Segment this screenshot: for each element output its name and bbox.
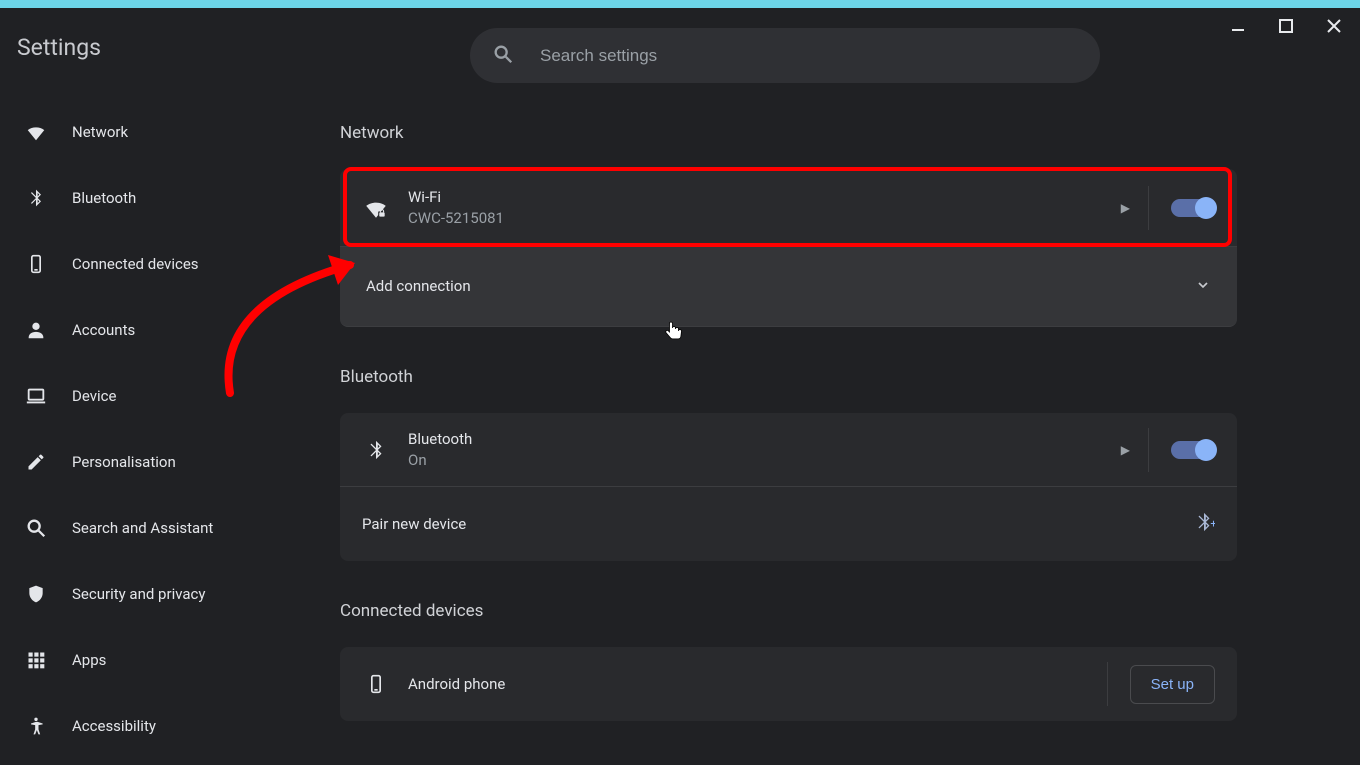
pencil-icon (24, 450, 48, 474)
android-phone-title: Android phone (408, 674, 1107, 695)
bluetooth-toggle[interactable] (1171, 441, 1215, 459)
bluetooth-card: Bluetooth On ▶ Pair new device + (340, 413, 1237, 561)
sidebar-item-label: Apps (72, 651, 106, 669)
chevron-right-icon: ▶ (1121, 201, 1130, 215)
sidebar-item-accounts[interactable]: Accounts (16, 303, 340, 357)
section-heading-network: Network (340, 123, 1280, 143)
phone-icon (362, 670, 390, 698)
laptop-icon (24, 384, 48, 408)
bluetooth-icon (362, 436, 390, 464)
bluetooth-title: Bluetooth (408, 429, 1103, 450)
android-phone-row[interactable]: Android phone Set up (340, 647, 1237, 721)
bluetooth-pair-icon: + (1193, 511, 1215, 537)
pair-device-label: Pair new device (362, 514, 1193, 535)
wifi-title: Wi-Fi (408, 187, 1103, 208)
phone-icon (24, 252, 48, 276)
apps-icon (24, 648, 48, 672)
sidebar-item-label: Network (72, 123, 128, 141)
sidebar-item-apps[interactable]: Apps (16, 633, 340, 687)
section-heading-bluetooth: Bluetooth (340, 367, 1280, 387)
content-area: Network Wi-Fi CWC-5215081 ▶ Add connecti… (340, 8, 1360, 765)
sidebar-item-label: Accounts (72, 321, 135, 339)
accessibility-icon (24, 714, 48, 738)
search-bar[interactable] (470, 28, 1100, 83)
chevron-down-icon (1195, 277, 1211, 297)
add-connection-row[interactable]: Add connection (340, 247, 1237, 327)
section-heading-connected-devices: Connected devices (340, 601, 1280, 621)
sidebar-item-label: Bluetooth (72, 189, 136, 207)
search-input[interactable] (540, 46, 1078, 66)
sidebar-item-security-privacy[interactable]: Security and privacy (16, 567, 340, 621)
sidebar-item-search-assistant[interactable]: Search and Assistant (16, 501, 340, 555)
chevron-right-icon: ▶ (1121, 443, 1130, 457)
sidebar-item-device[interactable]: Device (16, 369, 340, 423)
bluetooth-icon (24, 186, 48, 210)
network-card: Wi-Fi CWC-5215081 ▶ Add connection (340, 169, 1237, 327)
pair-device-row[interactable]: Pair new device + (340, 487, 1237, 561)
wifi-toggle[interactable] (1171, 199, 1215, 217)
connected-devices-card: Android phone Set up (340, 647, 1237, 721)
sidebar-item-label: Accessibility (72, 717, 156, 735)
sidebar: Settings Network Bluetooth Connected dev… (0, 8, 340, 765)
sidebar-item-bluetooth[interactable]: Bluetooth (16, 171, 340, 225)
sidebar-item-label: Personalisation (72, 453, 176, 471)
setup-button[interactable]: Set up (1130, 665, 1215, 704)
svg-text:+: + (1210, 518, 1215, 531)
wifi-lock-icon (362, 194, 390, 222)
add-connection-label: Add connection (366, 276, 1195, 297)
person-icon (24, 318, 48, 342)
sidebar-item-connected-devices[interactable]: Connected devices (16, 237, 340, 291)
bluetooth-status: On (408, 450, 1103, 471)
sidebar-item-accessibility[interactable]: Accessibility (16, 699, 340, 753)
shield-icon (24, 582, 48, 606)
sidebar-item-network[interactable]: Network (16, 105, 340, 159)
search-icon (492, 43, 514, 69)
sidebar-item-label: Search and Assistant (72, 519, 213, 537)
wifi-icon (24, 120, 48, 144)
sidebar-item-personalisation[interactable]: Personalisation (16, 435, 340, 489)
sidebar-item-label: Security and privacy (72, 585, 205, 603)
sidebar-item-label: Connected devices (72, 255, 199, 273)
page-title: Settings (16, 34, 340, 61)
sidebar-item-label: Device (72, 387, 116, 405)
wifi-row[interactable]: Wi-Fi CWC-5215081 ▶ (340, 169, 1237, 247)
wifi-ssid: CWC-5215081 (408, 208, 1103, 229)
bluetooth-row[interactable]: Bluetooth On ▶ (340, 413, 1237, 487)
search-icon (24, 516, 48, 540)
